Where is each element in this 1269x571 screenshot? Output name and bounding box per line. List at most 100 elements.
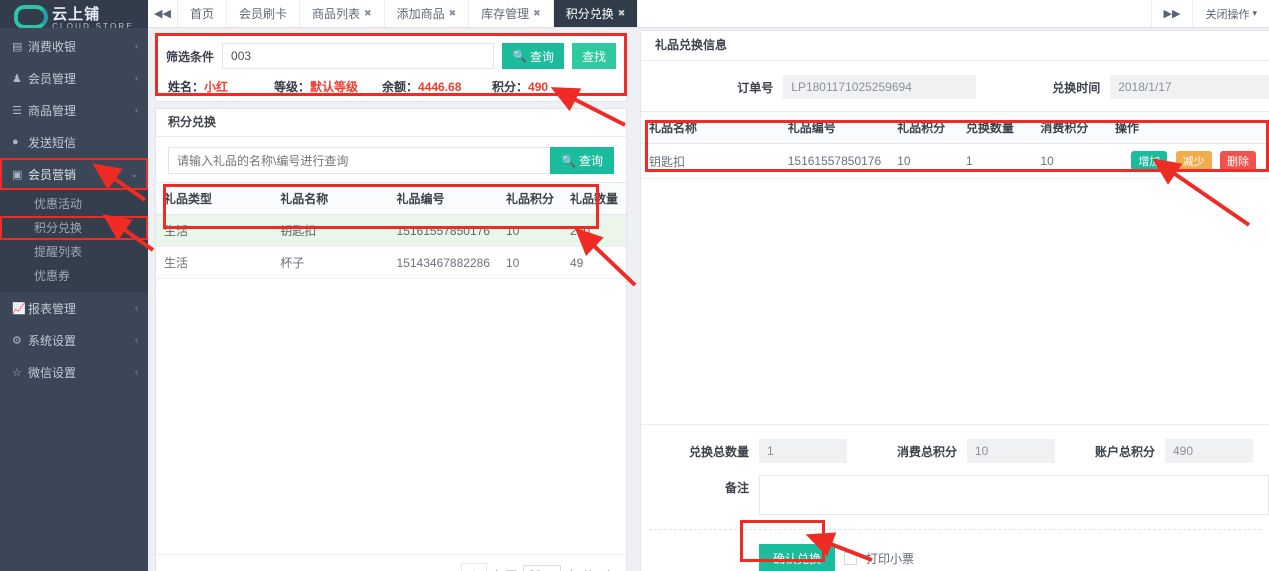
- filter-query-button[interactable]: 🔍 查询: [502, 43, 564, 69]
- tab-label: 库存管理: [481, 7, 530, 21]
- col-gift-points: 礼品积分: [497, 182, 562, 215]
- member-level: 等级：默认等级: [274, 78, 382, 95]
- tab-member-card[interactable]: 会员刷卡: [227, 0, 301, 27]
- print-receipt-checkbox[interactable]: [844, 551, 858, 565]
- close-icon[interactable]: ✖: [618, 8, 626, 19]
- brand-logo[interactable]: 云上铺 CLOUD STORE: [0, 0, 148, 28]
- account-points-value: 490: [1165, 439, 1253, 463]
- member-info-row: 姓名：小红 等级：默认等级 余额：4446.68 积分：490: [166, 78, 616, 95]
- col-gift-code: 礼品编号: [388, 182, 498, 215]
- expand-right-icon[interactable]: ▶▶: [1150, 0, 1193, 27]
- col-consumed-points: 消费积分: [1032, 112, 1107, 144]
- sidebar-item-sms[interactable]: ● 发送短信: [0, 126, 148, 158]
- per-page-select[interactable]: 20 ▾: [523, 564, 561, 571]
- table-row[interactable]: 生活 钥匙扣 15161557850176 10 200: [156, 214, 626, 247]
- exchange-meta-row: 订单号 LP1801171025259694 兑换时间 2018/1/17: [641, 61, 1269, 111]
- tab-add-goods[interactable]: 添加商品 ✖: [385, 0, 470, 27]
- filter-label: 筛选条件: [166, 49, 215, 64]
- close-icon[interactable]: ✖: [364, 8, 372, 19]
- cell-gift-points: 10: [889, 143, 958, 179]
- sidebar-subitem-coupons[interactable]: 优惠券: [0, 264, 148, 288]
- member-points-value: 490: [528, 80, 549, 94]
- pagination: 1 每页 20 ▾ 条/共2 条: [156, 554, 626, 571]
- tab-home[interactable]: 首页: [178, 0, 228, 27]
- sidebar-item-member[interactable]: ♟ 会员管理 ‹: [0, 62, 148, 94]
- collapse-left-icon[interactable]: ◀◀: [148, 0, 178, 27]
- order-number-label: 订单号: [737, 80, 774, 95]
- chevron-down-icon: ▾: [1252, 8, 1257, 18]
- gift-table: 礼品类型 礼品名称 礼品编号 礼品积分 礼品数量 生活 钥匙扣 15161557…: [156, 182, 626, 279]
- col-gift-points: 礼品积分: [889, 112, 958, 144]
- search-icon: 🔍: [512, 49, 527, 63]
- exchange-time-label: 兑换时间: [1052, 80, 1101, 95]
- cell-gift-code: 15161557850176: [779, 143, 890, 179]
- remark-row: 备注: [641, 471, 1269, 529]
- marketing-icon: ▣: [12, 168, 23, 181]
- order-number-value: LP1801171025259694: [783, 75, 976, 99]
- col-gift-code: 礼品编号: [779, 112, 890, 144]
- tab-inventory[interactable]: 库存管理 ✖: [469, 0, 554, 27]
- member-name: 姓名：小红: [168, 78, 274, 95]
- tab-points-exchange[interactable]: 积分兑换 ✖: [553, 0, 639, 27]
- sidebar-item-goods[interactable]: ☰ 商品管理 ‹: [0, 94, 148, 126]
- sidebar-item-system-settings[interactable]: ⚙ 系统设置 ‹: [0, 324, 148, 356]
- total-points-label: 消费总积分: [896, 444, 957, 459]
- chevron-down-icon: ⌄: [130, 168, 138, 179]
- chevron-left-icon: ‹: [135, 105, 138, 115]
- tab-label: 添加商品: [396, 7, 445, 21]
- sidebar-item-label: 会员营销: [28, 167, 77, 182]
- cell-gift-points: 10: [497, 246, 562, 279]
- page-number[interactable]: 1: [461, 563, 488, 571]
- sidebar-subitem-reminder-list[interactable]: 提醒列表: [0, 240, 148, 264]
- sidebar-nav: ▤ 消费收银 ‹ ♟ 会员管理 ‹ ☰ 商品管理 ‹ ● 发送短信 ▣ 会员营销: [0, 28, 148, 388]
- sidebar-item-cashier[interactable]: ▤ 消费收银 ‹: [0, 30, 148, 62]
- sidebar-item-wechat-settings[interactable]: ☆ 微信设置 ‹: [0, 356, 148, 388]
- col-exchange-qty: 兑换数量: [957, 112, 1033, 144]
- close-icon[interactable]: ✖: [533, 8, 541, 19]
- member-name-label: 姓名：: [168, 80, 205, 94]
- confirm-exchange-button[interactable]: 确认兑换: [759, 544, 836, 571]
- sidebar-item-reports[interactable]: 📈 报表管理 ‹: [0, 292, 148, 324]
- col-gift-name: 礼品名称: [272, 182, 389, 215]
- increase-button[interactable]: 增加: [1131, 151, 1168, 171]
- goods-icon: ☰: [12, 104, 22, 117]
- close-ops-label: 关闭操作: [1205, 8, 1250, 21]
- search-icon: 🔍: [561, 153, 576, 168]
- exchange-time-value: 2018/1/17: [1110, 75, 1269, 99]
- delete-button[interactable]: 删除: [1220, 151, 1256, 171]
- brand-name-cn: 云上铺: [52, 6, 101, 23]
- gift-search-button[interactable]: 🔍 查询: [550, 147, 614, 174]
- filter-query-label: 查询: [529, 49, 554, 64]
- filter-row: 筛选条件 🔍 查询 查找: [166, 43, 616, 69]
- decrease-button[interactable]: 减少: [1175, 151, 1212, 171]
- tab-goods-list[interactable]: 商品列表 ✖: [300, 0, 385, 27]
- table-header-row: 礼品名称 礼品编号 礼品积分 兑换数量 消费积分 操作: [641, 112, 1269, 144]
- table-row[interactable]: 生活 杯子 15143467882286 10 49: [156, 246, 626, 279]
- cell-gift-points: 10: [497, 214, 562, 247]
- sidebar-item-marketing[interactable]: ▣ 会员营销 ⌄: [0, 158, 148, 190]
- brand-name-en: CLOUD STORE: [52, 22, 134, 29]
- exchange-table-wrap: 礼品名称 礼品编号 礼品积分 兑换数量 消费积分 操作 钥匙扣 15161557…: [641, 111, 1269, 425]
- sidebar-subitem-promotions[interactable]: 优惠活动: [0, 192, 148, 216]
- wechat-icon: ☆: [12, 366, 22, 379]
- cell-gift-code: 15143467882286: [388, 246, 498, 279]
- gift-search-label: 查询: [578, 154, 603, 168]
- filter-input[interactable]: [222, 43, 495, 69]
- col-gift-name: 礼品名称: [641, 112, 780, 144]
- print-receipt-label: 打印小票: [866, 551, 915, 566]
- close-icon[interactable]: ✖: [449, 8, 457, 19]
- cell-gift-code: 15161557850176: [388, 214, 498, 247]
- member-points-label: 积分：: [492, 80, 529, 94]
- cell-gift-name: 钥匙扣: [641, 143, 780, 179]
- sidebar-subitem-points-exchange[interactable]: 积分兑换: [0, 216, 148, 240]
- filter-find-button[interactable]: 查找: [571, 43, 616, 69]
- gift-search-input[interactable]: [168, 147, 551, 174]
- exchange-panel: 礼品兑换信息 订单号 LP1801171025259694 兑换时间 2018/…: [640, 30, 1269, 571]
- remark-input[interactable]: [759, 475, 1269, 515]
- total-count-text: 条/共2 条: [567, 567, 616, 571]
- left-column: 筛选条件 🔍 查询 查找 姓名：小红 等级：默认等级 余额：4446.68: [155, 34, 627, 571]
- chevron-left-icon: ‹: [135, 335, 138, 345]
- gift-panel-title: 积分兑换: [156, 109, 626, 137]
- remark-label: 备注: [724, 481, 749, 495]
- close-ops-menu[interactable]: 关闭操作 ▾: [1192, 0, 1269, 27]
